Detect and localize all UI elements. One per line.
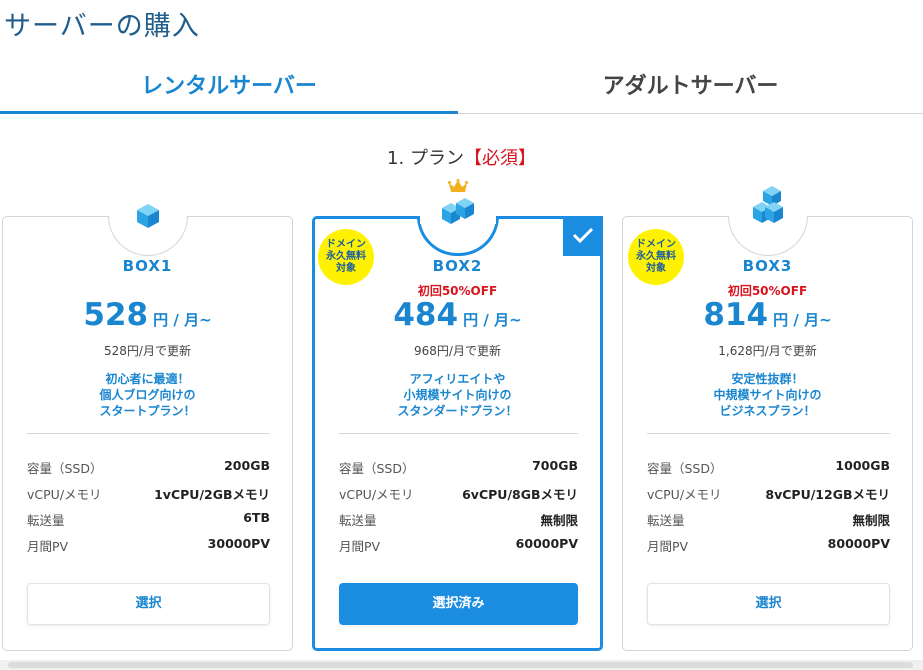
spec-label: 転送量: [339, 513, 377, 528]
scrollbar-thumb[interactable]: [8, 662, 913, 668]
price: 484 円 / 月~: [315, 297, 600, 333]
price-unit: 円 / 月~: [773, 311, 832, 329]
plan-card-box1[interactable]: BOX1 528 円 / 月~ 528円/月で更新 初心者に最適！ 個人ブログ向…: [2, 204, 293, 651]
select-box3-button[interactable]: 選択: [647, 583, 890, 625]
spec-row-monthly-pv: 月間PV 60000PV: [339, 536, 578, 556]
plan-catchphrase: アフィリエイトや 小規模サイト向けの スタンダードプラン！: [315, 371, 600, 419]
tab-adult-server[interactable]: アダルトサーバー: [458, 64, 923, 114]
catch-line: 中規模サイト向けの: [713, 388, 822, 402]
crown-icon: [447, 179, 468, 192]
spec-value: 無制限: [852, 513, 890, 528]
spec-row-storage: 容量（SSD） 200GB: [27, 458, 270, 478]
spec-label: 容量（SSD）: [27, 461, 103, 476]
required-mark: 【必須】: [463, 148, 536, 169]
spec-label: 転送量: [647, 513, 685, 528]
spec-value: 1vCPU/2GBメモリ: [154, 487, 270, 502]
plan-name: BOX1: [122, 257, 173, 275]
spec-value: 200GB: [224, 458, 270, 473]
spec-row-cpu-memory: vCPU/メモリ 6vCPU/8GBメモリ: [339, 484, 578, 504]
spec-value: 30000PV: [207, 536, 270, 551]
catch-line: 安定性抜群！: [731, 372, 804, 386]
renewal-price: 968円/月で更新: [414, 344, 501, 358]
plan-catchphrase: 初心者に最適！ 個人ブログ向けの スタートプラン！: [3, 371, 292, 419]
spec-row-storage: 容量（SSD） 700GB: [339, 458, 578, 478]
spec-label: 月間PV: [339, 539, 381, 554]
page-title: サーバーの購入: [4, 11, 200, 42]
plan-name: BOX3: [742, 257, 793, 275]
catch-line: ビジネスプラン！: [719, 404, 816, 418]
tab-rental-server[interactable]: レンタルサーバー: [0, 64, 458, 114]
catch-line: アフィリエイトや: [409, 372, 506, 386]
catch-line: 初心者に最適！: [105, 372, 190, 386]
spec-value: 1000GB: [835, 458, 890, 473]
plan-heading: 1. プラン【必須】: [0, 144, 923, 170]
spec-label: vCPU/メモリ: [27, 487, 102, 502]
badge-line: ドメイン: [636, 239, 676, 250]
plan-card-box2[interactable]: ドメイン 永久無料 対象 BOX2 初回50%OFF 484 円 / 月~ 96…: [312, 179, 603, 651]
catch-line: 個人ブログ向けの: [99, 388, 196, 402]
divider: [27, 433, 270, 434]
plan-card-box3[interactable]: ドメイン 永久無料 対象 BOX3 初回50%OFF 814 円 / 月~ 1,…: [622, 186, 913, 651]
spec-row-storage: 容量（SSD） 1000GB: [647, 458, 890, 478]
spec-row-transfer: 転送量 6TB: [27, 510, 270, 530]
spec-label: 月間PV: [647, 539, 689, 554]
price-unit: 円 / 月~: [153, 311, 212, 329]
spec-label: 転送量: [27, 513, 65, 528]
price: 814 円 / 月~: [623, 297, 912, 333]
plan-catchphrase: 安定性抜群！ 中規模サイト向けの ビジネスプラン！: [623, 371, 912, 419]
spec-row-transfer: 転送量 無制限: [339, 510, 578, 530]
single-cube-icon: [136, 204, 159, 228]
three-cubes-icon: [752, 186, 783, 223]
spec-row-transfer: 転送量 無制限: [647, 510, 890, 530]
price-amount: 528: [83, 297, 149, 333]
spec-row-cpu-memory: vCPU/メモリ 1vCPU/2GBメモリ: [27, 484, 270, 504]
divider: [339, 433, 578, 434]
renewal-price: 1,628円/月で更新: [718, 344, 817, 358]
selected-checkmark: [563, 216, 603, 256]
spec-value: 8vCPU/12GBメモリ: [765, 487, 890, 502]
spec-value: 700GB: [532, 458, 578, 473]
spec-value: 6vCPU/8GBメモリ: [462, 487, 578, 502]
plan-heading-label: 1. プラン: [387, 148, 464, 169]
server-type-tabs: レンタルサーバー アダルトサーバー: [0, 64, 923, 114]
spec-value: 無制限: [540, 513, 578, 528]
spec-label: vCPU/メモリ: [339, 487, 414, 502]
spec-value: 80000PV: [827, 536, 890, 551]
spec-value: 6TB: [243, 510, 270, 525]
check-icon: [572, 227, 594, 244]
spec-label: 容量（SSD）: [339, 461, 415, 476]
selected-box2-button[interactable]: 選択済み: [339, 583, 578, 625]
price-amount: 814: [703, 297, 769, 333]
horizontal-scrollbar[interactable]: [0, 660, 923, 670]
spec-row-cpu-memory: vCPU/メモリ 8vCPU/12GBメモリ: [647, 484, 890, 504]
catch-line: 小規模サイト向けの: [403, 388, 512, 402]
two-cubes-icon: [441, 198, 474, 224]
badge-line: ドメイン: [326, 239, 366, 250]
select-box1-button[interactable]: 選択: [27, 583, 270, 625]
spec-value: 60000PV: [515, 536, 578, 551]
price-amount: 484: [393, 297, 459, 333]
catch-line: スタートプラン！: [99, 404, 196, 418]
spec-label: vCPU/メモリ: [647, 487, 722, 502]
plan-name: BOX2: [432, 257, 483, 275]
spec-label: 容量（SSD）: [647, 461, 723, 476]
spec-label: 月間PV: [27, 539, 69, 554]
catch-line: スタンダードプラン！: [397, 404, 518, 418]
spec-row-monthly-pv: 月間PV 30000PV: [27, 536, 270, 556]
renewal-price: 528円/月で更新: [104, 344, 191, 358]
spec-row-monthly-pv: 月間PV 80000PV: [647, 536, 890, 556]
price-unit: 円 / 月~: [463, 311, 522, 329]
divider: [647, 433, 890, 434]
price: 528 円 / 月~: [3, 297, 292, 333]
